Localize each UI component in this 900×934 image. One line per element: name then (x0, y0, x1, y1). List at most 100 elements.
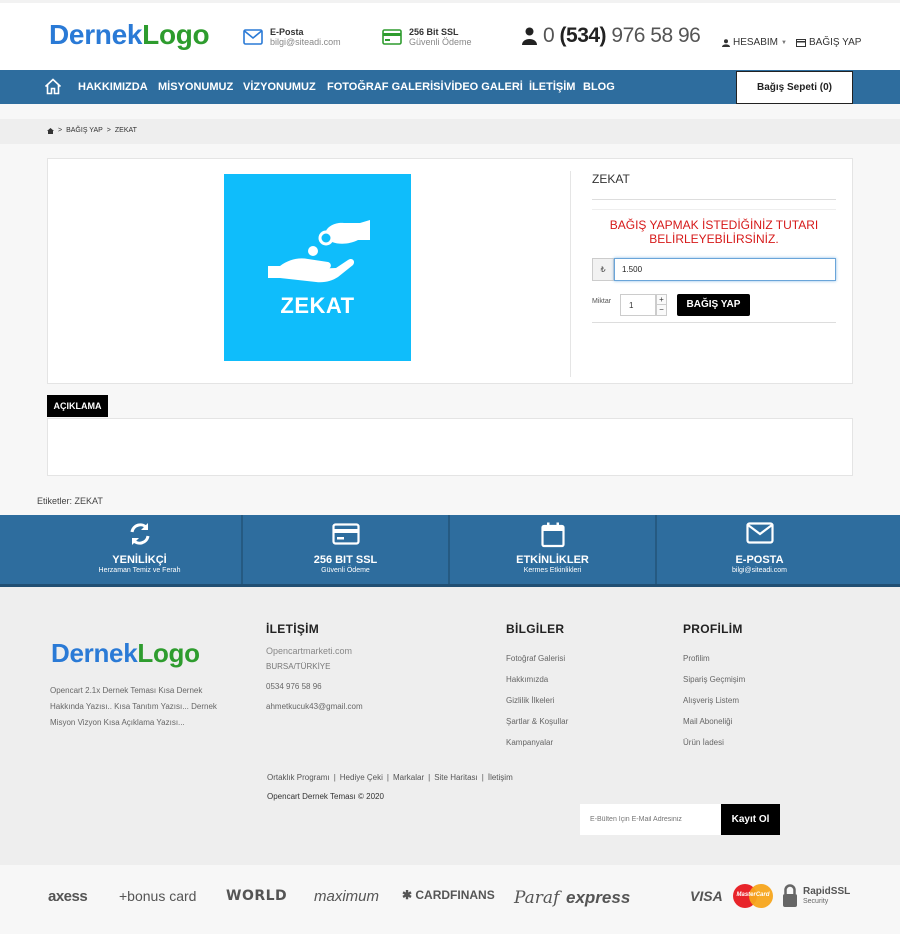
axess-logo: axess (48, 888, 88, 905)
link-separator: | (386, 773, 389, 782)
product-notice-divider (592, 209, 836, 210)
footer-profile-link[interactable]: Mail Aboneliği (683, 717, 732, 726)
footer-bottom-link[interactable]: Site Haritası (434, 773, 478, 782)
credit-card-icon (331, 523, 360, 545)
donation-amount-notice: BAĞIŞ YAPMAK İSTEDİĞİNİZ TUTARI BELİRLEY… (609, 218, 819, 246)
feature-subtitle: Herzaman Temiz ve Ferah (98, 567, 181, 574)
feature-title: ETKİNLİKLER (516, 554, 589, 566)
currency-symbol: ₺ (592, 258, 614, 281)
feature-subtitle: Kermes Etkinlikleri (523, 567, 582, 574)
plus-icon[interactable]: + (657, 295, 666, 305)
credit-card-icon (382, 29, 402, 45)
donation-cart-button[interactable]: Bağış Sepeti (0) (736, 71, 853, 104)
site-logo[interactable]: DernekLogo (49, 19, 210, 51)
breadcrumb-item-donate[interactable]: BAĞIŞ YAP (66, 127, 103, 134)
footer-info-link[interactable]: Gizlilik İlkeleri (506, 696, 554, 705)
donation-amount-input[interactable] (614, 258, 836, 281)
feature-title: 256 BIT SSL (313, 554, 378, 566)
mastercard-logo: MasterCard (733, 884, 773, 908)
world-logo: WORLD (226, 888, 288, 904)
newsletter-subscribe-button[interactable]: Kayıt Ol (721, 804, 780, 835)
product-actions-divider (592, 322, 836, 323)
padlock-icon (783, 884, 797, 907)
product-tags: Etiketler: ZEKAT (37, 496, 103, 506)
footer-profile-link[interactable]: Sipariş Geçmişim (683, 675, 745, 684)
footer-description: Opencart 2.1x Dernek Teması Kısa Dernek … (50, 686, 217, 727)
footer-info-link[interactable]: Fotoğraf Galerisi (506, 654, 565, 663)
footer-bottom-link[interactable]: İletişim (488, 773, 513, 782)
footer-logo-part1: Dernek (51, 638, 138, 668)
breadcrumb-separator: > (106, 127, 111, 134)
breadcrumb-separator: > (58, 127, 63, 134)
footer-contact-city: BURSA/TÜRKİYE (266, 662, 331, 671)
envelope-icon (243, 29, 263, 45)
footer-contact-site[interactable]: Opencartmarketi.com (266, 646, 352, 656)
nav-item-misyonumuz[interactable]: MİSYONUMUZ (158, 81, 233, 93)
feature-innovative: YENİLİKÇİ Herzaman Temiz ve Ferah (38, 515, 241, 584)
link-separator: | (333, 773, 336, 782)
donate-link-label: BAĞIŞ YAP (809, 37, 862, 48)
footer-logo[interactable]: DernekLogo (51, 638, 200, 669)
product-image-label: ZEKAT (280, 293, 355, 318)
caret-down-icon: ▼ (781, 39, 787, 46)
feature-ssl: 256 BIT SSL Güvenli Ödeme (243, 515, 448, 584)
logo-part1: Dernek (49, 19, 143, 50)
quantity-stepper[interactable]: + − (656, 294, 667, 316)
footer-bottom-link[interactable]: Ortaklık Programı (267, 773, 330, 782)
footer-bottom-link[interactable]: Markalar (393, 773, 424, 782)
giving-hands-icon (268, 220, 370, 283)
envelope-icon (745, 522, 774, 544)
logo-part2: Logo (142, 19, 210, 50)
breadcrumb-item-zekat[interactable]: ZEKAT (115, 127, 137, 134)
footer-info-link[interactable]: Hakkımızda (506, 675, 548, 684)
footer-profile-heading: PROFİLİM (683, 622, 743, 636)
feature-title: E-POSTA (735, 554, 784, 566)
feature-events: ETKİNLİKLER Kermes Etkinlikleri (450, 515, 655, 584)
account-label: HESABIM (733, 37, 779, 48)
footer-profile-link[interactable]: Ürün İadesi (683, 738, 724, 747)
minus-icon[interactable]: − (657, 305, 666, 315)
top-line (0, 0, 900, 3)
footer-logo-part2: Logo (137, 638, 200, 668)
phone-number: 0 (534) 976 58 96 (543, 24, 701, 47)
ssl-value: Güvenli Ödeme (409, 37, 472, 47)
home-icon[interactable] (44, 78, 62, 95)
nav-item-vizyonumuz[interactable]: VİZYONUMUZ (243, 81, 316, 93)
express-logo: express (566, 888, 631, 907)
feature-title: YENİLİKÇİ (112, 554, 167, 566)
footer-profile-link[interactable]: Alışveriş Listem (683, 696, 739, 705)
header-phone[interactable]: 0 (534) 976 58 96 (522, 24, 701, 48)
nav-item-video-galeri[interactable]: VİDEO GALERİ (444, 81, 523, 93)
footer-info-link[interactable]: Şartlar & Koşullar (506, 717, 568, 726)
nav-item-blog[interactable]: BLOG (583, 81, 615, 93)
product-title-divider (592, 199, 836, 200)
tab-description[interactable]: AÇIKLAMA (47, 395, 108, 417)
header-email-info: E-Posta bilgi@siteadi.com (243, 27, 341, 47)
account-menu[interactable]: HESABIM ▼ (722, 37, 787, 48)
product-title: ZEKAT (592, 172, 630, 186)
quantity-input[interactable] (620, 294, 656, 316)
footer-profile-link[interactable]: Profilim (683, 654, 710, 663)
feature-subtitle: bilgi@siteadi.com (732, 567, 787, 574)
link-separator: | (481, 773, 484, 782)
product-image[interactable]: ZEKAT (224, 174, 411, 361)
nav-item-hakkimizda[interactable]: HAKKIMIZDA (78, 81, 148, 93)
nav-item-iletisim[interactable]: İLETİŞİM (529, 81, 575, 93)
email-title: E-Posta (270, 27, 304, 37)
quantity-label: Miktar (592, 298, 612, 305)
header-ssl-info: 256 Bit SSL Güvenli Ödeme (382, 27, 472, 47)
user-icon (522, 27, 537, 45)
donate-button[interactable]: BAĞIŞ YAP (677, 294, 750, 316)
home-icon[interactable] (47, 127, 54, 134)
footer-contact-phone: 0534 976 58 96 (266, 682, 322, 691)
footer-contact-email[interactable]: ahmetkucuk43@gmail.com (266, 702, 363, 711)
newsletter-email-input[interactable] (580, 804, 721, 835)
footer-info-link[interactable]: Kampanyalar (506, 738, 553, 747)
header-donate-link[interactable]: BAĞIŞ YAP (796, 37, 861, 48)
product-divider (570, 171, 571, 377)
nav-item-fotograf-galerisi[interactable]: FOTOĞRAF GALERİSİ (327, 81, 444, 93)
calendar-icon (540, 522, 565, 548)
maximum-logo: maximum (314, 888, 380, 905)
footer-bottom-link[interactable]: Hediye Çeki (340, 773, 383, 782)
refresh-icon (130, 523, 149, 545)
